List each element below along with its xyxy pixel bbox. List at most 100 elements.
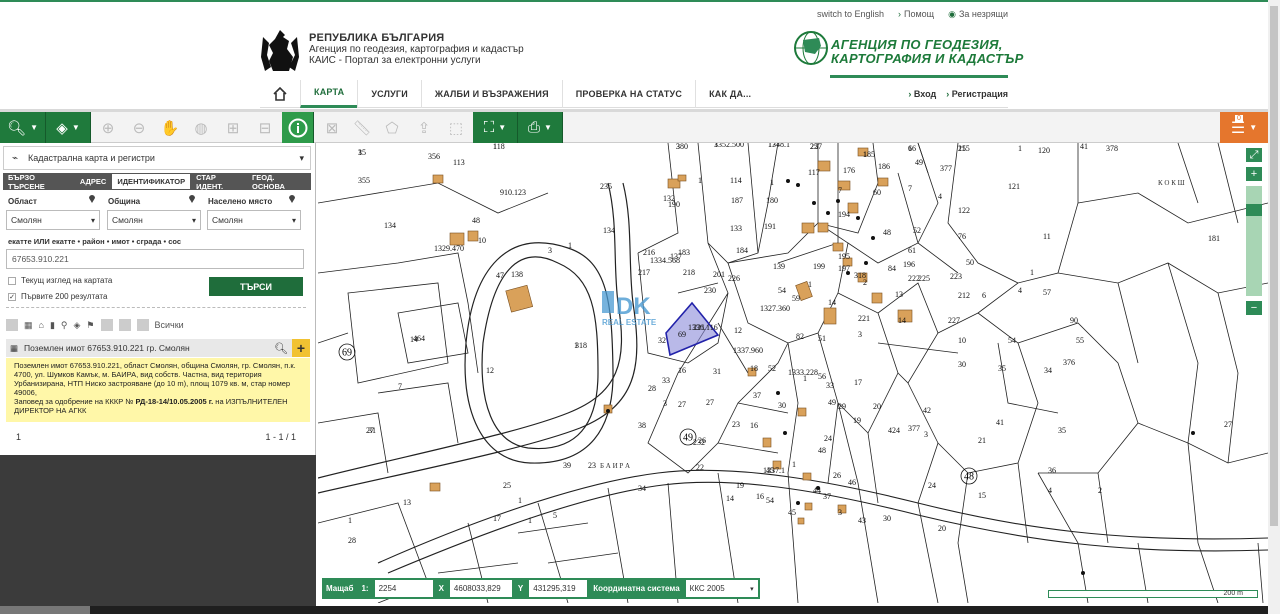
map-pin-icon[interactable] — [188, 193, 196, 203]
tab-identifier[interactable]: ИДЕНТИФИКАТОР — [111, 173, 192, 190]
help-link[interactable]: › Помощ — [898, 9, 934, 20]
zoom-out-tool[interactable]: ⊖ — [124, 112, 154, 143]
parcel-number-label: 318 — [854, 271, 866, 280]
add-result-button[interactable]: + — [292, 339, 310, 357]
tab-quick-search[interactable]: БЪРЗО ТЪРСЕНЕ — [3, 173, 75, 191]
oblast-select[interactable]: Смолян ▾ — [6, 210, 100, 230]
pan-tool[interactable]: ✋ — [155, 112, 185, 143]
scale-line: 200 m — [1048, 590, 1258, 598]
parcel-number-label: 57 — [1043, 288, 1051, 297]
parcel-number-label: 1 — [1030, 268, 1034, 277]
bottom-bar-tab — [0, 606, 90, 614]
flag-icon[interactable]: ⚑ — [86, 320, 94, 331]
notifications-button[interactable]: ☰ 0 ▼ — [1220, 112, 1268, 143]
next-extent-tool[interactable]: ⊟ — [250, 112, 280, 143]
switch-english-link[interactable]: switch to English — [817, 9, 884, 20]
nav-status-check[interactable]: ПРОВЕРКА НА СТАТУС — [561, 79, 695, 108]
zoom-in-button[interactable]: + — [1246, 167, 1262, 181]
login-link[interactable]: › Вход — [908, 89, 936, 99]
full-extent-tool[interactable]: ◍ — [186, 112, 216, 143]
portal-line: КАИС - Портал за електронни услуги — [309, 55, 481, 66]
pager-page[interactable]: 1 — [16, 432, 21, 442]
zoom-in-tool[interactable]: ⊕ — [93, 112, 123, 143]
parcel-number-label: 225 — [918, 274, 930, 283]
zoom-slider[interactable] — [1246, 186, 1262, 296]
upload-tool[interactable]: ⇪ — [410, 112, 438, 143]
parcel-number-label: 84 — [888, 264, 896, 273]
house-icon[interactable]: ⌂ — [39, 320, 44, 330]
info-tool-button[interactable] — [282, 112, 314, 143]
result-header[interactable]: ▦ Поземлен имот 67653.910.221 гр. Смолян… — [6, 339, 310, 357]
current-view-checkbox[interactable]: Текущ изглед на картата — [8, 276, 112, 285]
blind-link[interactable]: ◉ За незрящи — [948, 9, 1008, 20]
grid-select-icon: ⊠ — [325, 119, 339, 137]
zoom-slider-thumb[interactable] — [1246, 204, 1262, 216]
result-order: Заповед за одобрение на КККР № РД-18-14/… — [14, 397, 302, 415]
parcel-number-label: 33 — [826, 381, 834, 390]
parcel-number-label: 3 — [548, 246, 552, 255]
filter-all-checkbox[interactable] — [136, 319, 149, 331]
parcel-number-label: 424 — [888, 426, 900, 435]
filter-box-icon[interactable] — [100, 319, 113, 331]
nav-services[interactable]: УСЛУГИ — [357, 79, 421, 108]
street-name: К О К Ш — [1158, 179, 1185, 187]
parcel-number-label: 218 — [683, 268, 695, 277]
search-tool-button[interactable]: 🔍︎ ▼ — [0, 112, 46, 143]
scrollbar-thumb[interactable] — [1270, 6, 1278, 526]
naseleno-select[interactable]: Смолян ▾ — [207, 210, 301, 230]
scale-input[interactable]: 2254 — [374, 580, 433, 597]
measure-tool[interactable]: 📏︎ — [348, 112, 376, 143]
map-pin-icon[interactable] — [88, 193, 96, 203]
cadastral-map-svg[interactable]: К О К Ш Б А И Р А 15118 380 1352.500 1348.1… — [318, 143, 1268, 603]
select-tool[interactable]: ⬚ — [442, 112, 470, 143]
parcel-number-label: 12 — [486, 366, 494, 375]
parcel-number-label: 6 — [982, 291, 986, 300]
pin-icon[interactable]: ⚲ — [61, 320, 68, 331]
parcel-number-label: 56 — [818, 372, 826, 381]
parcel-number-label: 25 — [810, 143, 818, 151]
layers-button[interactable]: ◈ ▼ — [46, 112, 91, 143]
register-link[interactable]: › Регистрация — [946, 89, 1008, 99]
parcel-number-label: 377 — [908, 424, 920, 433]
layer-select[interactable]: ⌁ Кадастрална карта и регистри ▾ — [3, 146, 311, 170]
coord-system-select[interactable]: ККС 2005 ▾ — [685, 580, 758, 597]
layers-icon[interactable]: ◈ — [74, 320, 81, 331]
parcel-number-label: 23 — [732, 420, 740, 429]
parcel-number-label: 27 — [678, 400, 686, 409]
parcel-number-label: 1327.360 — [760, 304, 790, 313]
nav-how-to[interactable]: КАК ДА... — [695, 79, 764, 108]
area-tool[interactable]: ⬠ — [378, 112, 406, 143]
search-button[interactable]: ТЪРСИ — [209, 277, 303, 296]
parcel-number-label: 26 — [698, 436, 706, 445]
tab-geodetic-base[interactable]: ГЕОД. ОСНОВА — [247, 173, 311, 191]
filter-all-icon[interactable] — [6, 319, 18, 331]
page: { "header": { "toplinks": ["switch to En… — [0, 0, 1280, 614]
fullscreen-button[interactable]: ⤢ — [1246, 148, 1262, 162]
print-button[interactable]: ⎙ ▼ — [518, 112, 563, 143]
zoom-out-button[interactable]: − — [1246, 301, 1262, 315]
home-button[interactable] — [260, 80, 300, 108]
nav-map[interactable]: КАРТА — [300, 79, 358, 108]
identifier-search-label: екатте ИЛИ екатте • район • имот • сград… — [8, 237, 182, 246]
parcel-number-label: 41 — [1080, 143, 1088, 151]
identify-tool[interactable]: ⊠ — [318, 112, 346, 143]
tab-old-identifier[interactable]: СТАР ИДЕНТ. — [191, 173, 247, 191]
identifier-search-input[interactable]: 67653.910.221 — [6, 249, 304, 269]
building-icon[interactable]: ▮ — [50, 320, 55, 331]
parcel-number-label: 187 — [731, 196, 743, 205]
filter-box-icon[interactable] — [118, 319, 131, 331]
tree-dots — [606, 179, 1195, 575]
obshtina-select[interactable]: Смолян ▾ — [107, 210, 201, 230]
parcel-number-label: 3 — [858, 330, 862, 339]
nav-complaints[interactable]: ЖАЛБИ И ВЪЗРАЖЕНИЯ — [420, 79, 562, 108]
zoom-to-result-icon[interactable]: 🔍︎ — [274, 342, 288, 355]
page-scrollbar[interactable] — [1268, 0, 1280, 614]
cadastral-map[interactable]: К О К Ш Б А И Р А 15 118 380 1352.500 1348.1… — [318, 143, 1268, 603]
base-map-button[interactable]: ⛶ ▼ — [473, 112, 518, 143]
first-200-checkbox[interactable]: ✓ Първите 200 резултата — [8, 292, 107, 301]
grid-icon[interactable]: ▦ — [24, 320, 33, 331]
prev-extent-tool[interactable]: ⊞ — [218, 112, 248, 143]
map-pin-icon[interactable] — [288, 193, 296, 203]
tab-address[interactable]: АДРЕС — [75, 173, 111, 190]
parcel-number-label: 54 — [766, 496, 774, 505]
